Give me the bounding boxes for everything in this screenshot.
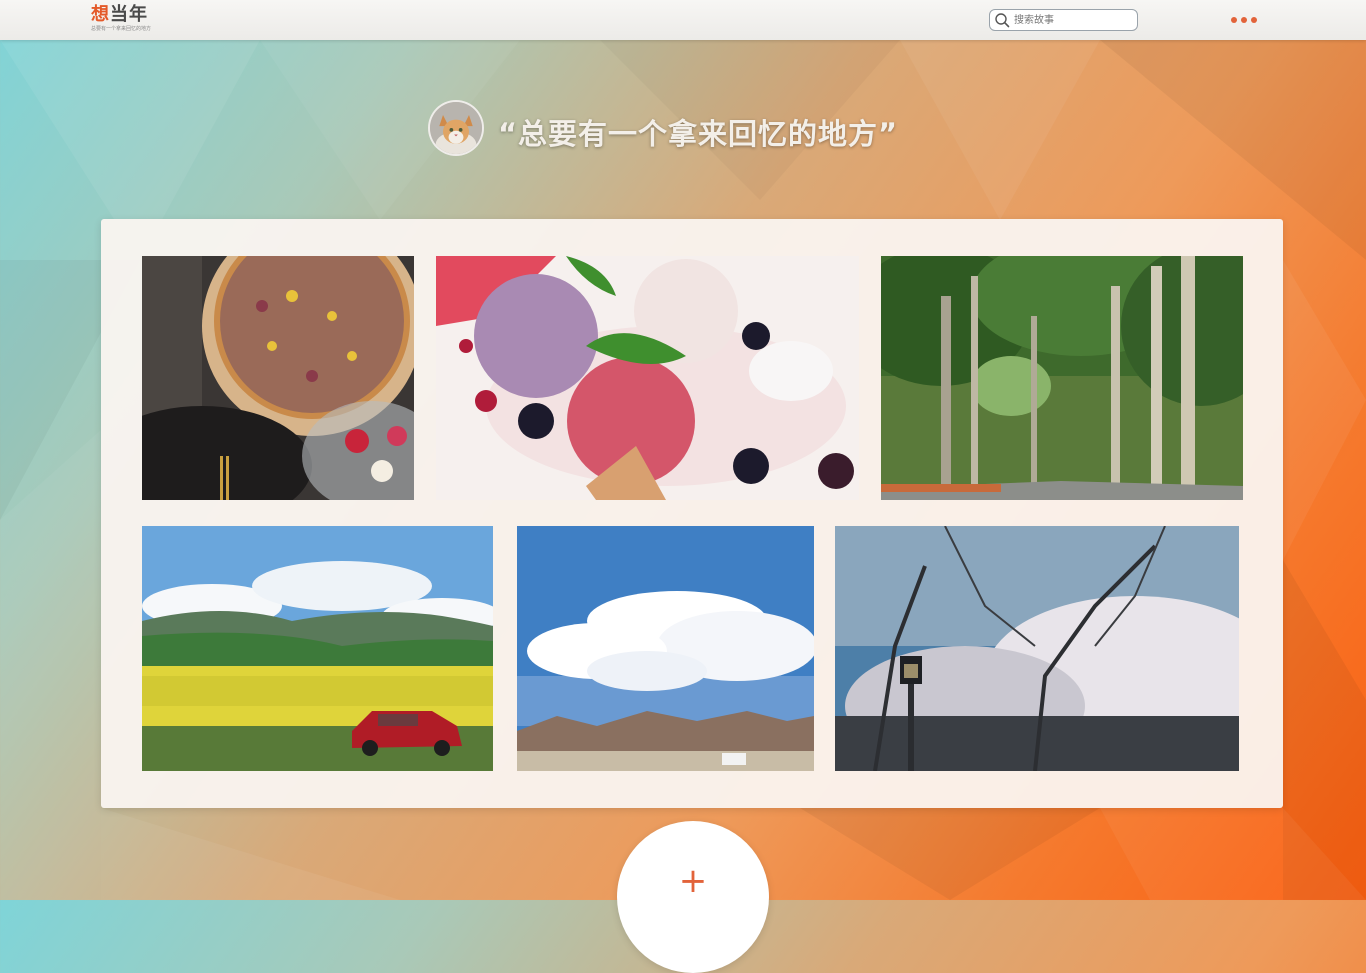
- ice-cream-image: [436, 256, 859, 500]
- search-box[interactable]: [989, 9, 1138, 31]
- dot: [1231, 17, 1237, 23]
- search-icon: [995, 13, 1010, 28]
- logo-tagline: 总要有一个拿来回忆的地方: [91, 26, 152, 32]
- hero-quote: “总要有一个拿来回忆的地方”: [498, 117, 899, 151]
- photo-tree-lined-road[interactable]: [881, 256, 1243, 500]
- logo-text-rest: 当年: [110, 4, 148, 25]
- hero: “总要有一个拿来回忆的地方”: [428, 100, 948, 158]
- logo[interactable]: 想当年 总要有一个拿来回忆的地方: [91, 5, 161, 37]
- photo-cherry-blossom[interactable]: [835, 526, 1239, 771]
- cherry-blossom-image: [835, 526, 1239, 771]
- tree-road-image: [881, 256, 1243, 500]
- add-story-label: +: [678, 861, 708, 901]
- photo-ice-cream[interactable]: [436, 256, 859, 500]
- meadow-car-image: [142, 526, 493, 771]
- dot: [1241, 17, 1247, 23]
- cat-avatar-image: [430, 102, 482, 154]
- photo-desert-sky[interactable]: [517, 526, 814, 771]
- logo-text: 想当年: [91, 4, 148, 25]
- add-story-button[interactable]: +: [617, 821, 769, 973]
- avatar[interactable]: [428, 100, 484, 156]
- desert-clouds-image: [517, 526, 814, 771]
- more-menu-icon[interactable]: [1231, 17, 1263, 27]
- photo-pizza[interactable]: [142, 256, 414, 500]
- photo-mountain-meadow[interactable]: [142, 526, 493, 771]
- top-bar: 想当年 总要有一个拿来回忆的地方: [0, 0, 1366, 40]
- photo-gallery-card: [101, 219, 1283, 808]
- pizza-image: [142, 256, 414, 500]
- dot: [1251, 17, 1257, 23]
- search-input[interactable]: [1014, 12, 1130, 28]
